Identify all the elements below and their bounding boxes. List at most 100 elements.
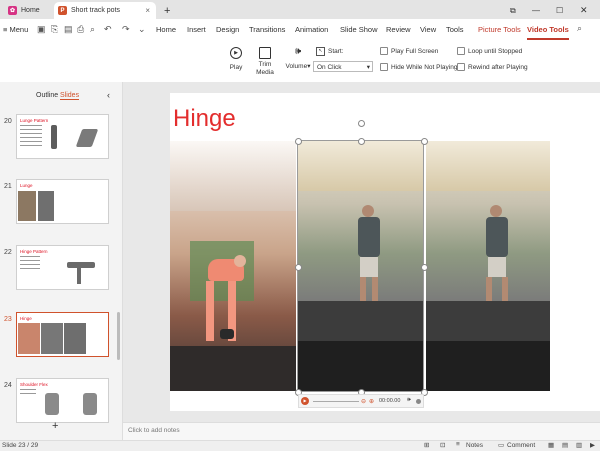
menu-video-tools[interactable]: Video Tools [527,19,569,40]
slide-thumbnail-22[interactable]: Hinge Pattern [16,245,109,290]
volume-icon[interactable]: 🕪 [407,397,411,404]
resize-handle[interactable] [295,264,302,271]
open-icon[interactable]: ▤ [64,24,73,34]
video-1-ceiling [170,141,296,211]
normal-view-icon[interactable]: ▦ [548,441,554,449]
volume-button[interactable]: 🕪 Volume▾ [284,46,312,71]
video-control-bar: ▶ ⊖ ⊕ 00:00.00 🕪 [298,394,424,408]
menu-home[interactable]: Home [156,19,176,40]
fullscreen-icon[interactable] [416,399,421,404]
customize-toolbar-icon[interactable]: ⌄ [138,24,146,34]
play-icon: ▶ [230,47,242,59]
thumbnail-text-lines [20,256,40,257]
window-restore-icon[interactable]: ⧉ [510,2,516,19]
speaker-icon: 🕪 [294,46,302,57]
volume-label: Volume [285,63,308,70]
thumbnail-figure [77,268,81,284]
hide-while-not-playing-label: Hide While Not Playing [391,63,458,71]
redo-icon[interactable]: ↷ [122,24,130,34]
comment-toggle[interactable]: Comment [507,442,535,449]
slide-title[interactable]: Hinge [173,105,236,133]
menu-review[interactable]: Review [386,19,411,40]
thumbnail-photo [38,191,54,221]
video-3-person-torso [486,217,508,257]
notes-toggle[interactable]: Notes [466,442,483,449]
minimize-icon[interactable]: — [532,2,540,19]
hamburger-menu[interactable]: ≡ Menu [3,19,28,40]
protect-icon[interactable]: ⊡ [440,441,445,449]
comment-icon[interactable]: ▭ [498,441,504,449]
reading-view-icon[interactable]: ▥ [576,441,582,449]
thumbnail-figure [83,393,97,415]
play-full-screen-checkbox[interactable]: Play Full Screen [380,47,438,55]
collapse-panel-icon[interactable]: ‹ [107,90,110,100]
slides-panel: Outline Slides ‹ 20 Lunge Pattern 21 Lun… [0,82,123,440]
step-back-icon[interactable]: ⊖ [361,398,366,405]
thumbnail-title: Lunge [20,183,33,188]
trim-media-label-2: Media [256,69,274,76]
tab-slides[interactable]: Slides [60,92,80,100]
slide-sorter-icon[interactable]: ▤ [562,441,568,449]
new-tab-button[interactable]: + [164,2,170,19]
progress-track[interactable] [313,401,359,402]
resize-handle[interactable] [421,138,428,145]
print-icon[interactable]: ⎙ [77,24,84,34]
menu-animation[interactable]: Animation [295,19,328,40]
loop-until-stopped-checkbox[interactable]: Loop until Stopped [457,47,522,55]
slideshow-icon[interactable]: ▶ [590,441,595,449]
slide-thumbnail-20[interactable]: Lunge Pattern [16,114,109,159]
video-time: 00:00.00 [379,398,401,404]
close-window-icon[interactable]: ✕ [580,2,588,19]
video-1[interactable] [170,141,296,391]
tab-outline[interactable]: Outline [36,92,58,99]
add-slide-button[interactable]: + [52,420,58,432]
rewind-after-playing-checkbox[interactable]: Rewind after Playing [457,63,528,71]
slide-number: 24 [4,382,12,389]
menu-slide-show[interactable]: Slide Show [340,19,378,40]
slide-number: 22 [4,249,12,256]
slide-number: 20 [4,118,12,125]
start-select[interactable]: On Click ▾ [313,61,373,72]
video-3-canopy [426,141,550,191]
rotate-handle-icon[interactable] [358,120,365,127]
slides-scrollbar[interactable] [117,312,120,360]
export-pdf-icon[interactable]: ⎘ [51,24,58,34]
thumbnail-figure [67,262,95,268]
play-icon[interactable]: ▶ [301,397,309,405]
hide-while-not-playing-checkbox[interactable]: Hide While Not Playing [380,63,457,71]
menu-picture-tools[interactable]: Picture Tools [478,19,521,40]
tab-document[interactable]: P Short track pots × [54,2,156,19]
preview-icon[interactable]: ⌕ [90,24,95,34]
video-3-person-shorts [488,257,506,277]
menu-insert[interactable]: Insert [187,19,206,40]
notes-icon[interactable]: ≡ [456,441,460,448]
save-icon[interactable]: ▣ [37,24,46,34]
ribbon-video-tools: ▶ Play Trim Media 🕪 Volume▾ ↖ Start: On … [0,40,600,83]
resize-handle[interactable] [358,138,365,145]
maximize-icon[interactable]: ☐ [556,2,563,19]
slide[interactable]: Hinge ▶ ⊖ ⊕ 00:00.00 🕪 [170,93,600,411]
slide-thumbnail-24[interactable]: Shoulder Flex [16,378,109,423]
slide-thumbnail-21[interactable]: Lunge [16,179,109,224]
step-forward-icon[interactable]: ⊕ [369,398,374,405]
resize-handle[interactable] [295,138,302,145]
resize-handle[interactable] [421,264,428,271]
slide-thumbnail-23[interactable]: Hinge [16,312,109,357]
trim-media-button[interactable]: Trim Media [254,47,276,77]
play-button[interactable]: ▶ Play [226,47,246,71]
close-tab-icon[interactable]: × [145,6,150,15]
menu-transitions[interactable]: Transitions [249,19,285,40]
search-icon[interactable]: ⌕ [577,23,582,33]
undo-icon[interactable]: ↶ [104,24,112,34]
menu-design[interactable]: Design [216,19,239,40]
slide-counter: Slide 23 / 29 [2,442,39,449]
start-label-group: ↖ Start: [316,47,344,56]
tab-home[interactable]: ✿ Home [8,2,40,19]
thumbnail-title: Hinge [20,316,32,321]
menu-view[interactable]: View [420,19,436,40]
spell-check-icon[interactable]: ⊞ [424,441,429,449]
thumbnail-figure [45,393,59,415]
video-3[interactable] [426,141,550,391]
notes-pane[interactable]: Click to add notes [123,422,600,440]
menu-tools[interactable]: Tools [446,19,464,40]
